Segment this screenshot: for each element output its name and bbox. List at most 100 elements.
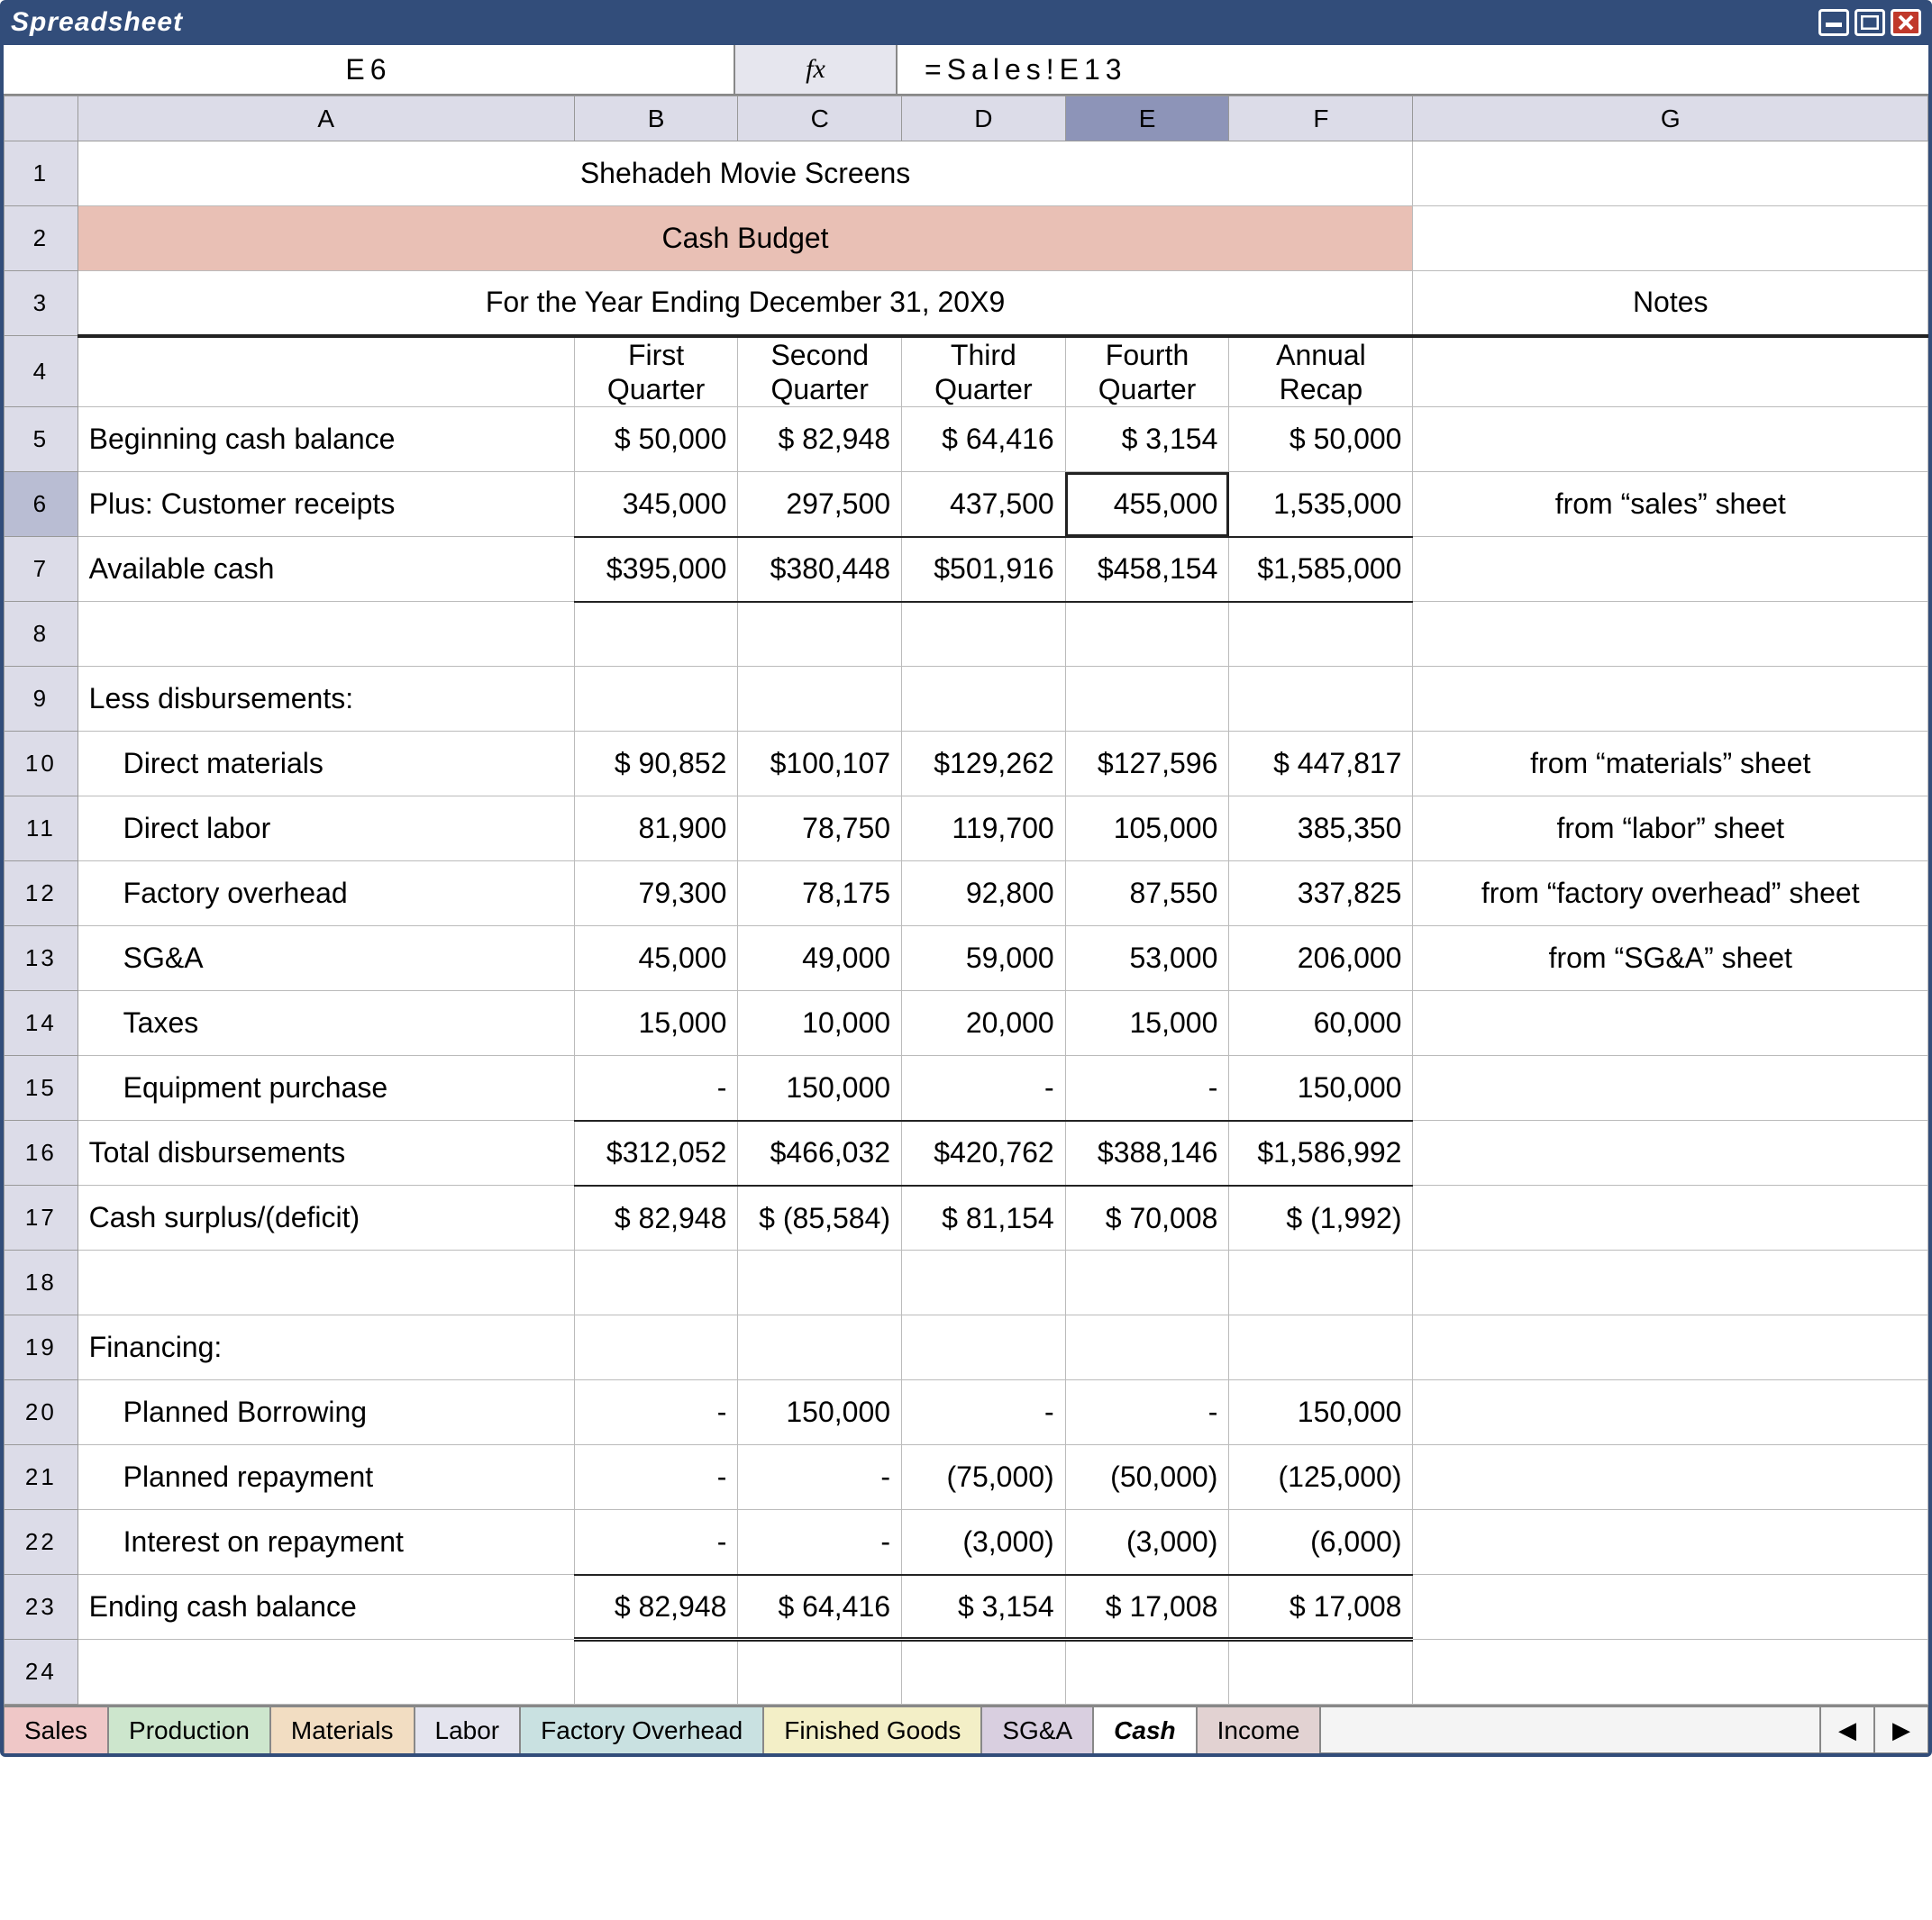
cell[interactable]: 59,000 <box>902 926 1066 991</box>
cell[interactable]: (3,000) <box>902 1510 1066 1575</box>
cell[interactable]: 437,500 <box>902 472 1066 537</box>
cell[interactable]: FourthQuarter <box>1065 336 1229 407</box>
cell[interactable] <box>1065 1315 1229 1380</box>
cell[interactable]: Beginning cash balance <box>77 407 574 472</box>
cell[interactable] <box>1065 602 1229 667</box>
cell[interactable]: 150,000 <box>1229 1380 1413 1445</box>
cell[interactable] <box>1229 667 1413 732</box>
cell[interactable]: $129,262 <box>902 732 1066 796</box>
name-box[interactable]: E6 <box>4 45 735 94</box>
fx-button[interactable]: fx <box>735 45 898 94</box>
active-cell[interactable]: 455,000 <box>1065 472 1229 537</box>
cell-notes-header[interactable]: Notes <box>1413 271 1928 336</box>
row-19[interactable]: 19 <box>5 1315 78 1380</box>
cell[interactable]: Planned Borrowing <box>77 1380 574 1445</box>
row-21[interactable]: 21 <box>5 1445 78 1510</box>
cell[interactable]: from “SG&A” sheet <box>1413 926 1928 991</box>
cell[interactable]: - <box>574 1510 738 1575</box>
cell[interactable] <box>738 667 902 732</box>
col-F[interactable]: F <box>1229 96 1413 141</box>
cell[interactable]: Cash surplus/(deficit) <box>77 1186 574 1251</box>
cell[interactable]: Plus: Customer receipts <box>77 472 574 537</box>
row-7[interactable]: 7 <box>5 537 78 602</box>
row-24[interactable]: 24 <box>5 1640 78 1705</box>
cell[interactable]: Planned repayment <box>77 1445 574 1510</box>
cell[interactable]: $ 82,948 <box>574 1186 738 1251</box>
cell[interactable]: 337,825 <box>1229 861 1413 926</box>
row-1[interactable]: 1 <box>5 141 78 206</box>
cell[interactable]: $ 82,948 <box>574 1575 738 1640</box>
tab-scroll-left[interactable]: ◀ <box>1820 1706 1874 1753</box>
cell[interactable]: (125,000) <box>1229 1445 1413 1510</box>
cell[interactable] <box>574 1315 738 1380</box>
cell[interactable]: SecondQuarter <box>738 336 902 407</box>
tab-cash[interactable]: Cash <box>1093 1706 1196 1753</box>
cell[interactable]: Total disbursements <box>77 1121 574 1186</box>
cell[interactable]: $ 64,416 <box>738 1575 902 1640</box>
cell[interactable] <box>1413 1510 1928 1575</box>
cell[interactable] <box>574 1640 738 1705</box>
cell[interactable]: Available cash <box>77 537 574 602</box>
cell[interactable] <box>902 602 1066 667</box>
cell-period[interactable]: For the Year Ending December 31, 20X9 <box>77 271 1413 336</box>
cell[interactable]: $127,596 <box>1065 732 1229 796</box>
cell[interactable] <box>1413 407 1928 472</box>
cell[interactable]: $380,448 <box>738 537 902 602</box>
col-D[interactable]: D <box>902 96 1066 141</box>
cell[interactable]: $100,107 <box>738 732 902 796</box>
row-14[interactable]: 14 <box>5 991 78 1056</box>
cell[interactable]: $420,762 <box>902 1121 1066 1186</box>
cell[interactable]: 105,000 <box>1065 796 1229 861</box>
cell[interactable] <box>1413 1640 1928 1705</box>
cell[interactable]: - <box>1065 1056 1229 1121</box>
cell[interactable]: Interest on repayment <box>77 1510 574 1575</box>
cell[interactable] <box>1413 1056 1928 1121</box>
close-button[interactable] <box>1891 9 1921 36</box>
cell[interactable] <box>902 1315 1066 1380</box>
cell[interactable] <box>738 1251 902 1315</box>
cell[interactable]: $ 50,000 <box>1229 407 1413 472</box>
cell[interactable] <box>1413 602 1928 667</box>
cell[interactable]: 60,000 <box>1229 991 1413 1056</box>
cell[interactable] <box>574 1251 738 1315</box>
row-20[interactable]: 20 <box>5 1380 78 1445</box>
row-9[interactable]: 9 <box>5 667 78 732</box>
cell[interactable]: $ 90,852 <box>574 732 738 796</box>
cell[interactable] <box>77 1251 574 1315</box>
cell[interactable]: 79,300 <box>574 861 738 926</box>
col-E[interactable]: E <box>1065 96 1229 141</box>
cell[interactable]: ThirdQuarter <box>902 336 1066 407</box>
row-4[interactable]: 4 <box>5 336 78 407</box>
tab-production[interactable]: Production <box>108 1706 270 1753</box>
cell[interactable]: $388,146 <box>1065 1121 1229 1186</box>
tab-finished-goods[interactable]: Finished Goods <box>763 1706 981 1753</box>
cell[interactable]: - <box>574 1380 738 1445</box>
cell[interactable]: 1,535,000 <box>1229 472 1413 537</box>
cell[interactable]: 119,700 <box>902 796 1066 861</box>
cell[interactable]: $ (1,992) <box>1229 1186 1413 1251</box>
tab-sales[interactable]: Sales <box>4 1706 108 1753</box>
cell[interactable] <box>77 1640 574 1705</box>
cell[interactable]: 385,350 <box>1229 796 1413 861</box>
cell[interactable]: from “sales” sheet <box>1413 472 1928 537</box>
cell[interactable] <box>1413 537 1928 602</box>
cell[interactable]: $ 17,008 <box>1229 1575 1413 1640</box>
cell[interactable] <box>1413 336 1928 407</box>
cell[interactable]: - <box>902 1380 1066 1445</box>
cell[interactable]: $ (85,584) <box>738 1186 902 1251</box>
row-13[interactable]: 13 <box>5 926 78 991</box>
row-8[interactable]: 8 <box>5 602 78 667</box>
tab-income[interactable]: Income <box>1197 1706 1321 1753</box>
cell[interactable]: - <box>738 1445 902 1510</box>
cell[interactable]: - <box>574 1056 738 1121</box>
row-6[interactable]: 6 <box>5 472 78 537</box>
cell[interactable] <box>1065 1640 1229 1705</box>
cell[interactable] <box>1413 1251 1928 1315</box>
row-2[interactable]: 2 <box>5 206 78 271</box>
cell[interactable]: 15,000 <box>1065 991 1229 1056</box>
cell[interactable] <box>1065 667 1229 732</box>
cell[interactable] <box>1413 1380 1928 1445</box>
row-23[interactable]: 23 <box>5 1575 78 1640</box>
cell[interactable]: 78,175 <box>738 861 902 926</box>
cell[interactable]: - <box>1065 1380 1229 1445</box>
